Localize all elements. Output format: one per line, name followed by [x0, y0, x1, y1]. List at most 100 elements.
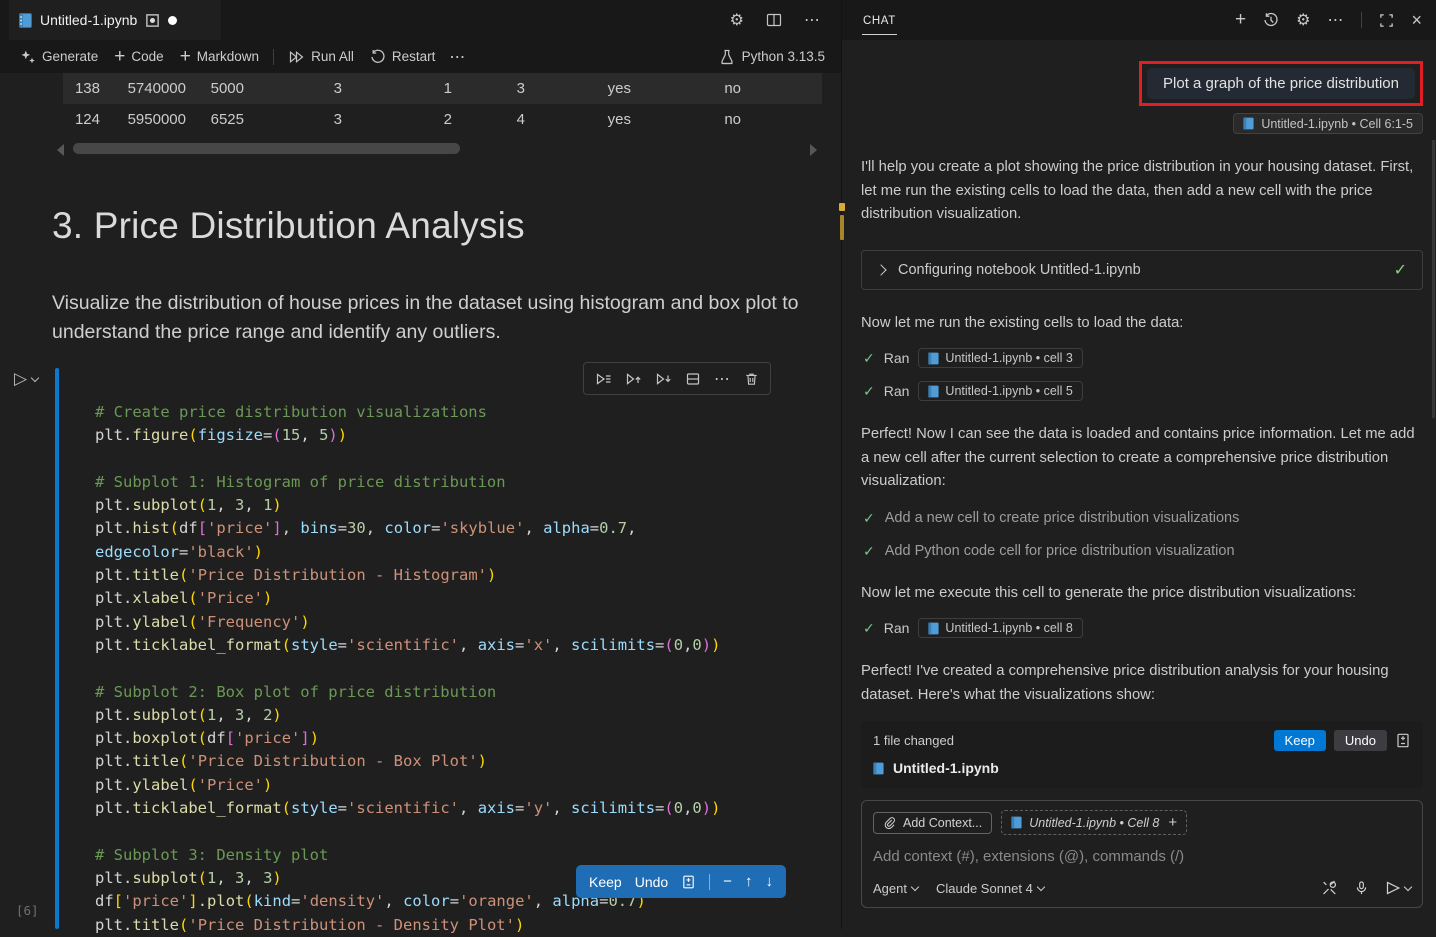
code-line: plt.ticklabel_format(style='scientific',…	[95, 797, 720, 820]
chevron-down-icon	[1037, 882, 1045, 890]
undo-button[interactable]: Undo	[1334, 730, 1387, 751]
history-icon[interactable]	[1263, 12, 1279, 28]
chat-input-box[interactable]: Add Context... Untitled-1.ipynb • Cell 8…	[861, 800, 1423, 908]
user-context-chip[interactable]: Untitled-1.ipynb • Cell 6:1-5	[1233, 113, 1423, 134]
beaker-icon	[719, 49, 735, 65]
generate-button[interactable]: Generate	[12, 44, 106, 70]
ran-label: Ran	[884, 620, 910, 636]
completed-task-row: ✓Add Python code cell for price distribu…	[861, 543, 1423, 560]
dataframe-output-table: 13857400005000313yesno12459500006525324y…	[63, 73, 822, 135]
run-all-icon	[288, 49, 305, 65]
table-cell: 6525	[186, 111, 244, 128]
previous-change-icon[interactable]: ↑	[745, 873, 753, 890]
run-all-button[interactable]: Run All	[280, 44, 362, 70]
table-cell: 3	[244, 80, 342, 97]
keep-button[interactable]: Keep	[589, 874, 622, 890]
add-markdown-cell-button[interactable]: + Markdown	[172, 44, 267, 70]
kernel-picker[interactable]: Python 3.13.5	[719, 49, 825, 65]
check-icon: ✓	[863, 510, 875, 527]
tab-square-dot-icon[interactable]	[145, 13, 160, 28]
restart-button[interactable]: Restart	[362, 44, 444, 70]
table-cell: no	[631, 111, 741, 128]
gear-icon[interactable]: ⚙	[730, 10, 744, 30]
collapse-icon[interactable]: −	[723, 873, 732, 890]
chevron-right-icon[interactable]	[875, 264, 886, 275]
notebook-editor-pane: Untitled-1.ipynb ⚙ ⋯ Generate + Code +	[0, 0, 841, 929]
add-code-cell-button[interactable]: + Code	[106, 44, 171, 70]
table-row: 13857400005000313yesno	[63, 73, 822, 104]
changed-files-header: 1 file changed Keep Undo	[873, 730, 1411, 751]
code-line: plt.figure(figsize=(15, 5))	[95, 424, 720, 447]
check-icon: ✓	[863, 620, 875, 637]
table-cell: 138	[63, 80, 100, 97]
gear-icon[interactable]: ⚙	[1296, 10, 1310, 30]
scroll-left-arrow-icon[interactable]	[57, 144, 64, 156]
chevron-down-icon	[31, 373, 39, 381]
undo-button[interactable]: Undo	[635, 874, 668, 890]
tab-untitled-1-ipynb[interactable]: Untitled-1.ipynb	[9, 0, 221, 40]
tool-call-box[interactable]: Configuring notebook Untitled-1.ipynb✓	[861, 250, 1423, 290]
cell-reference-label: Untitled-1.ipynb • cell 5	[945, 384, 1072, 398]
close-panel-icon[interactable]: ×	[1411, 10, 1422, 31]
restart-icon	[370, 49, 386, 65]
code-line: plt.ylabel('Price')	[95, 774, 720, 797]
maximize-panel-icon[interactable]	[1379, 13, 1394, 28]
paperclip-icon	[883, 816, 896, 830]
more-actions-icon[interactable]: ⋯	[1327, 10, 1344, 30]
widget-divider	[709, 874, 710, 890]
table-cell: 1	[342, 80, 452, 97]
run-cell-button[interactable]: ▷	[14, 369, 38, 389]
files-changed-summary: 1 file changed	[873, 733, 954, 748]
unsaved-changes-dot[interactable]	[168, 16, 177, 25]
send-icon[interactable]	[1385, 880, 1411, 896]
split-editor-icon[interactable]	[766, 12, 782, 28]
tools-icon[interactable]	[1321, 880, 1338, 896]
new-chat-icon[interactable]: +	[1235, 9, 1246, 31]
split-cell-icon[interactable]	[685, 371, 701, 387]
cell-hover-toolbar: ⋯	[583, 362, 771, 395]
cell-reference-chip[interactable]: Untitled-1.ipynb • cell 5	[918, 381, 1082, 401]
code-line: # Subplot 2: Box plot of price distribut…	[95, 681, 720, 704]
keep-button[interactable]: Keep	[1274, 730, 1326, 751]
next-change-icon[interactable]: ↓	[765, 873, 773, 890]
table-cell: 5000	[186, 80, 244, 97]
horizontal-scrollbar[interactable]	[55, 142, 817, 156]
markdown-label: Markdown	[197, 49, 259, 64]
attached-cell-label: Untitled-1.ipynb • Cell 8	[1029, 816, 1159, 830]
delete-cell-icon[interactable]	[744, 371, 759, 387]
chat-input[interactable]: Add context (#), extensions (@), command…	[873, 848, 1411, 865]
changed-files-widget: 1 file changed Keep Undo Untitled-1.ipynb	[861, 721, 1423, 788]
check-icon: ✓	[863, 350, 875, 367]
play-icon: ▷	[14, 369, 27, 389]
model-picker[interactable]: Claude Sonnet 4	[936, 881, 1044, 896]
code-line: plt.title('Price Distribution - Box Plot…	[95, 750, 720, 773]
cell-reference-chip[interactable]: Untitled-1.ipynb • cell 3	[918, 348, 1082, 368]
code-line: plt.title('Price Distribution - Histogra…	[95, 564, 720, 587]
plus-icon[interactable]: +	[1168, 814, 1177, 831]
cell-reference-chip[interactable]: Untitled-1.ipynb • cell 8	[918, 618, 1082, 638]
execute-above-cells-icon[interactable]	[625, 371, 642, 387]
completed-task-row: ✓Add a new cell to create price distribu…	[861, 510, 1423, 527]
scroll-right-arrow-icon[interactable]	[810, 144, 817, 156]
microphone-icon[interactable]	[1354, 880, 1369, 896]
code-label: Code	[131, 49, 163, 64]
generate-label: Generate	[42, 49, 98, 64]
tab-chat[interactable]: CHAT	[862, 11, 897, 35]
attached-cell-chip[interactable]: Untitled-1.ipynb • Cell 8 +	[1001, 810, 1187, 835]
chevron-down-icon	[911, 882, 919, 890]
more-actions-icon[interactable]: ⋯	[804, 10, 821, 30]
code-cell-editor[interactable]: # Create price distribution visualizatio…	[95, 401, 720, 937]
table-cell: 4	[452, 111, 525, 128]
changed-file-name: Untitled-1.ipynb	[893, 760, 999, 776]
changed-file-row[interactable]: Untitled-1.ipynb	[873, 760, 1411, 776]
cell-more-actions-icon[interactable]: ⋯	[714, 369, 731, 389]
toolbar-more-icon[interactable]: ⋯	[449, 47, 466, 67]
assistant-paragraph: Perfect! I've created a comprehensive pr…	[861, 660, 1423, 707]
execute-cell-icon[interactable]	[595, 371, 612, 387]
diff-file-icon[interactable]	[1395, 732, 1411, 749]
mode-picker[interactable]: Agent	[873, 881, 918, 896]
diff-file-icon[interactable]	[681, 874, 696, 890]
add-context-button[interactable]: Add Context...	[873, 812, 992, 834]
scrollbar-thumb[interactable]	[73, 143, 460, 154]
execute-cell-and-below-icon[interactable]	[655, 371, 672, 387]
